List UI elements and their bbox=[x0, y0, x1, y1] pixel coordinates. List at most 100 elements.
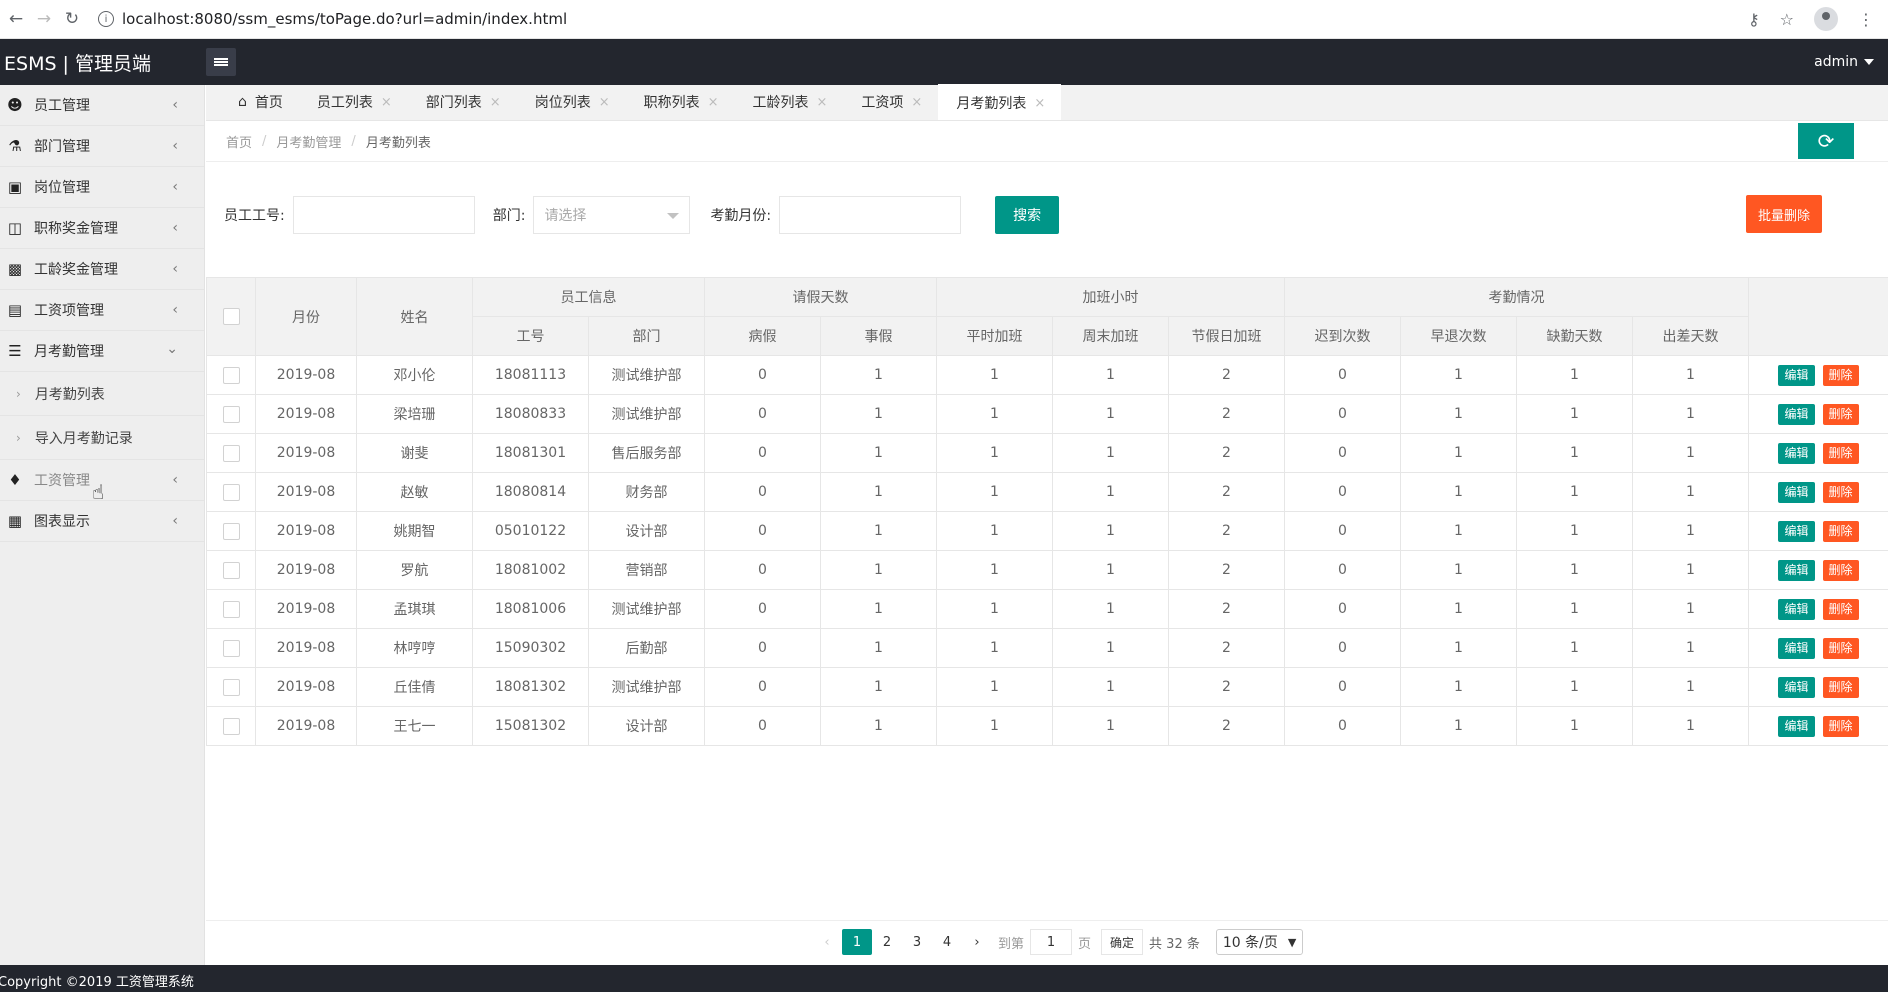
star-icon[interactable]: ☆ bbox=[1780, 10, 1794, 29]
sidebar-subitem-import-attendance[interactable]: › 导入月考勤记录 bbox=[0, 416, 204, 460]
user-menu[interactable]: admin bbox=[1814, 54, 1874, 70]
key-icon[interactable]: ⚷ bbox=[1748, 10, 1760, 29]
edit-button[interactable]: 编辑 bbox=[1778, 481, 1815, 503]
address-bar[interactable]: i localhost:8080/ssm_esms/toPage.do?url=… bbox=[98, 10, 567, 28]
sidebar-item-seniority-bonus[interactable]: ▩ 工龄奖金管理 ‹ bbox=[0, 249, 204, 290]
row-checkbox[interactable] bbox=[222, 405, 240, 423]
delete-button[interactable]: 删除 bbox=[1822, 559, 1859, 581]
search-button[interactable]: 搜索 bbox=[995, 196, 1060, 234]
edit-button[interactable]: 编辑 bbox=[1778, 364, 1815, 386]
edit-button[interactable]: 编辑 bbox=[1778, 637, 1815, 659]
edit-button[interactable]: 编辑 bbox=[1778, 520, 1815, 542]
tab-attendance-list[interactable]: 月考勤列表 × bbox=[938, 84, 1062, 120]
more-icon[interactable]: ⋮ bbox=[1858, 10, 1874, 29]
delete-button[interactable]: 删除 bbox=[1822, 520, 1859, 542]
sidebar-item-employee[interactable]: ☻ 员工管理 ‹ bbox=[0, 85, 204, 126]
row-checkbox[interactable] bbox=[222, 561, 240, 579]
edit-button[interactable]: 编辑 bbox=[1778, 676, 1815, 698]
page-4-button[interactable]: 4 bbox=[932, 929, 962, 955]
col-sub-header: 节假日加班 bbox=[1168, 316, 1285, 356]
close-icon[interactable]: × bbox=[708, 95, 719, 110]
goto-confirm-button[interactable]: 确定 bbox=[1101, 929, 1144, 955]
app-logo: ESMS | 管理员端 bbox=[4, 52, 151, 75]
reload-icon[interactable]: ↻ bbox=[60, 7, 84, 31]
delete-button[interactable]: 删除 bbox=[1822, 637, 1859, 659]
row-checkbox[interactable] bbox=[222, 600, 240, 618]
tab-position-list[interactable]: 岗位列表 × bbox=[517, 84, 626, 120]
sidebar-item-title-bonus[interactable]: ◫ 职称奖金管理 ‹ bbox=[0, 208, 204, 249]
pager-divider bbox=[206, 920, 1888, 921]
page-2-button[interactable]: 2 bbox=[872, 929, 902, 955]
page-3-button[interactable]: 3 bbox=[902, 929, 932, 955]
sidebar-item-salary-items[interactable]: ▤ 工资项管理 ‹ bbox=[0, 290, 204, 331]
col-sub-header: 事假 bbox=[820, 316, 937, 356]
delete-button[interactable]: 删除 bbox=[1822, 481, 1859, 503]
table-cell: 测试维护部 bbox=[588, 394, 705, 434]
emp-no-input[interactable] bbox=[292, 196, 475, 234]
row-checkbox[interactable] bbox=[222, 483, 240, 501]
row-checkbox[interactable] bbox=[222, 717, 240, 735]
page-1-button[interactable]: 1 bbox=[842, 929, 872, 955]
edit-button[interactable]: 编辑 bbox=[1778, 442, 1815, 464]
month-input[interactable] bbox=[779, 196, 962, 234]
tab-employee-list[interactable]: 员工列表 × bbox=[299, 84, 408, 120]
delete-button[interactable]: 删除 bbox=[1822, 403, 1859, 425]
sidebar-item-position[interactable]: ▣ 岗位管理 ‹ bbox=[0, 167, 204, 208]
breadcrumb-item[interactable]: 首页 bbox=[226, 132, 252, 151]
tab-salary-items[interactable]: 工资项 × bbox=[843, 84, 938, 120]
sidebar-subitem-attendance-list[interactable]: › 月考勤列表 bbox=[0, 372, 204, 416]
edit-button[interactable]: 编辑 bbox=[1778, 715, 1815, 737]
forward-icon[interactable]: → bbox=[32, 7, 56, 31]
profile-icon[interactable] bbox=[1814, 7, 1838, 31]
delete-button[interactable]: 删除 bbox=[1822, 676, 1859, 698]
next-page-button[interactable]: › bbox=[962, 929, 992, 955]
row-checkbox[interactable] bbox=[222, 522, 240, 540]
tab-home[interactable]: ⌂ 首页 bbox=[220, 84, 299, 120]
table-cell: 0 bbox=[1284, 355, 1401, 395]
row-checkbox[interactable] bbox=[222, 678, 240, 696]
table-cell: 1 bbox=[936, 433, 1053, 473]
delete-button[interactable]: 删除 bbox=[1822, 715, 1859, 737]
chevron-right-icon: › bbox=[16, 386, 21, 401]
goto-page-input[interactable]: 1 bbox=[1030, 929, 1073, 955]
page-size-select[interactable]: 10 条/页 ▼ bbox=[1215, 929, 1304, 955]
row-checkbox[interactable] bbox=[222, 444, 240, 462]
tab-seniority-list[interactable]: 工龄列表 × bbox=[735, 84, 844, 120]
refresh-button[interactable]: ⟳ bbox=[1798, 123, 1854, 159]
menu-toggle-button[interactable] bbox=[206, 48, 236, 76]
close-icon[interactable]: × bbox=[1034, 96, 1045, 111]
sidebar-item-attendance[interactable]: ☰ 月考勤管理 ⌄ bbox=[0, 331, 204, 372]
close-icon[interactable]: × bbox=[490, 95, 501, 110]
sidebar-item-charts[interactable]: ▦ 图表显示 ‹ bbox=[0, 501, 204, 542]
sidebar-item-department[interactable]: ⚗ 部门管理 ‹ bbox=[0, 126, 204, 167]
close-icon[interactable]: × bbox=[817, 95, 828, 110]
table-cell: 林哼哼 bbox=[356, 628, 473, 668]
table-cell: 0 bbox=[1284, 433, 1401, 473]
select-all-checkbox[interactable] bbox=[222, 308, 240, 325]
tab-label: 工龄列表 bbox=[752, 95, 809, 111]
delete-button[interactable]: 删除 bbox=[1822, 598, 1859, 620]
close-icon[interactable]: × bbox=[599, 95, 610, 110]
table-cell: 1 bbox=[1516, 394, 1633, 434]
info-icon[interactable]: i bbox=[98, 11, 114, 27]
edit-button[interactable]: 编辑 bbox=[1778, 403, 1815, 425]
dept-select[interactable]: 请选择 bbox=[533, 196, 691, 234]
breadcrumb-item[interactable]: 月考勤管理 bbox=[276, 132, 341, 151]
delete-button[interactable]: 删除 bbox=[1822, 442, 1859, 464]
edit-button[interactable]: 编辑 bbox=[1778, 598, 1815, 620]
edit-button[interactable]: 编辑 bbox=[1778, 559, 1815, 581]
chevron-right-icon: › bbox=[16, 430, 21, 445]
delete-button[interactable]: 删除 bbox=[1822, 364, 1859, 386]
close-icon[interactable]: × bbox=[911, 95, 922, 110]
table-row: 2019-08 孟琪琪 18081006 测试维护部 0 1 1 1 2 0 1 1 1 编辑 删除 bbox=[206, 589, 1888, 629]
row-checkbox[interactable] bbox=[222, 639, 240, 657]
prev-page-button[interactable]: ‹ bbox=[812, 929, 842, 955]
col-actions bbox=[1748, 277, 1888, 356]
row-checkbox[interactable] bbox=[222, 366, 240, 384]
back-icon[interactable]: ← bbox=[4, 7, 28, 31]
tab-department-list[interactable]: 部门列表 × bbox=[408, 84, 517, 120]
row-select-cell bbox=[206, 472, 256, 512]
batch-delete-button[interactable]: 批量删除 bbox=[1746, 195, 1822, 233]
tab-title-list[interactable]: 职称列表 × bbox=[626, 84, 735, 120]
close-icon[interactable]: × bbox=[381, 95, 392, 110]
